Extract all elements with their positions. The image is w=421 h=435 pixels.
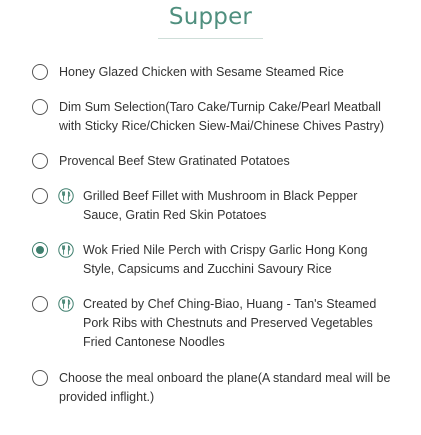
meal-option-2[interactable]: Dim Sum Selection(Taro Cake/Turnip Cake/… [32,99,412,136]
radio-button[interactable] [32,64,48,80]
title-divider [158,38,263,39]
meal-option-1[interactable]: Honey Glazed Chicken with Sesame Steamed… [32,64,412,82]
meal-option-label: Honey Glazed Chicken with Sesame Steamed… [59,65,344,79]
meal-option-4[interactable]: Grilled Beef Fillet with Mushroom in Bla… [32,188,412,225]
radio-button[interactable] [32,99,48,115]
radio-button[interactable] [32,370,48,386]
meal-option-6[interactable]: Created by Chef Ching-Biao, Huang - Tan'… [32,296,412,352]
meal-option-5[interactable]: Wok Fried Nile Perch with Crispy Garlic … [32,242,412,279]
meal-option-label: Provencal Beef Stew Gratinated Potatoes [59,154,290,168]
meal-option-label: Dim Sum Selection(Taro Cake/Turnip Cake/… [59,100,385,133]
fork-knife-icon [58,188,74,204]
section-title: Supper [168,4,253,30]
meal-option-3[interactable]: Provencal Beef Stew Gratinated Potatoes [32,153,412,171]
fork-knife-icon [58,296,74,312]
radio-button-selected[interactable] [32,242,48,258]
radio-button[interactable] [32,153,48,169]
meal-option-label: Choose the meal onboard the plane(A stan… [59,371,391,404]
fork-knife-icon [58,242,74,258]
meal-option-label: Wok Fried Nile Perch with Crispy Garlic … [83,243,368,276]
radio-button[interactable] [32,188,48,204]
meal-option-label: Created by Chef Ching-Biao, Huang - Tan'… [83,297,377,349]
radio-button[interactable] [32,296,48,312]
meal-option-label: Grilled Beef Fillet with Mushroom in Bla… [83,189,358,222]
meal-option-7[interactable]: Choose the meal onboard the plane(A stan… [32,370,412,407]
